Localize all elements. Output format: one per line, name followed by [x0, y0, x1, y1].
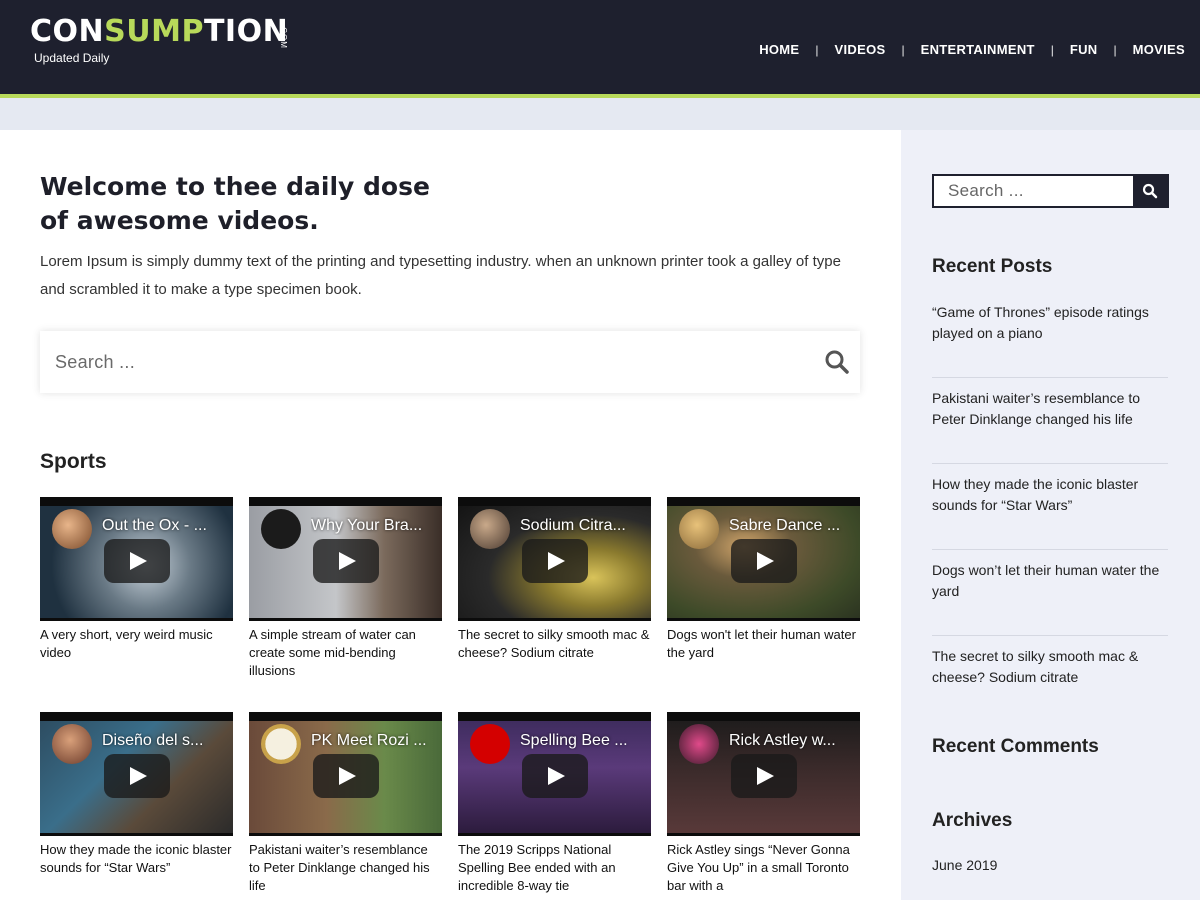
video-caption[interactable]: How they made the iconic blaster sounds … [40, 841, 233, 877]
page-title-line: of awesome videos. [40, 206, 319, 235]
play-icon[interactable] [104, 539, 170, 583]
nav-item-home[interactable]: HOME [759, 42, 799, 57]
play-icon[interactable] [104, 754, 170, 798]
sidebar-search-input[interactable] [934, 176, 1133, 206]
video-thumb-title: Why Your Bra... [311, 517, 423, 534]
recent-post-link[interactable]: How they made the iconic blaster sounds … [932, 464, 1168, 550]
site-logo[interactable]: CONSUMPTION [30, 15, 288, 49]
recent-post-link[interactable]: Dogs won’t let their human water the yar… [932, 550, 1168, 636]
video-thumbnail[interactable]: Rick Astley w... [667, 712, 860, 836]
video-thumb-title: Sodium Citra... [520, 517, 626, 534]
site-header: CONSUMPTION .COM Updated Daily HOME | VI… [0, 0, 1200, 94]
main-search-box [40, 331, 860, 393]
video-thumbnail[interactable]: PK Meet Rozi ... [249, 712, 442, 836]
play-icon[interactable] [731, 754, 797, 798]
logo-text-highlight: SUMP [104, 14, 204, 49]
recent-posts-list: “Game of Thrones” episode ratings played… [932, 292, 1168, 722]
video-card[interactable]: Diseño del s... How they made the iconic… [40, 712, 233, 900]
play-icon[interactable] [522, 754, 588, 798]
main-nav: HOME | VIDEOS | ENTERTAINMENT | FUN | MO… [759, 42, 1185, 57]
channel-avatar [261, 724, 301, 764]
channel-avatar [261, 509, 301, 549]
video-card[interactable]: PK Meet Rozi ... Pakistani waiter’s rese… [249, 712, 442, 900]
video-caption[interactable]: A very short, very weird music video [40, 626, 233, 662]
channel-avatar [52, 724, 92, 764]
video-card[interactable]: Sodium Citra... The secret to silky smoo… [458, 497, 651, 712]
logo-text-suffix: TION [203, 14, 289, 49]
site-tagline: Updated Daily [34, 51, 110, 65]
video-card[interactable]: Spelling Bee ... The 2019 Scripps Nation… [458, 712, 651, 900]
search-icon[interactable] [824, 349, 850, 375]
nav-separator: | [1113, 42, 1117, 57]
page-title-line: Welcome to thee daily dose [40, 172, 430, 201]
nav-separator: | [901, 42, 905, 57]
channel-avatar [470, 724, 510, 764]
play-icon[interactable] [313, 539, 379, 583]
video-grid: Out the Ox - ... A very short, very weir… [40, 497, 860, 900]
section-title-sports: Sports [40, 450, 107, 473]
channel-avatar [679, 724, 719, 764]
recent-post-link[interactable]: “Game of Thrones” episode ratings played… [932, 292, 1168, 378]
search-icon [1142, 183, 1158, 199]
video-thumbnail[interactable]: Out the Ox - ... [40, 497, 233, 621]
play-icon[interactable] [313, 754, 379, 798]
video-thumb-title: Sabre Dance ... [729, 517, 841, 534]
channel-avatar [52, 509, 92, 549]
nav-item-videos[interactable]: VIDEOS [835, 42, 886, 57]
video-card[interactable]: Sabre Dance ... Dogs won't let their hum… [667, 497, 860, 712]
channel-avatar [679, 509, 719, 549]
video-caption[interactable]: The secret to silky smooth mac & cheese?… [458, 626, 651, 662]
sidebar: Recent Posts “Game of Thrones” episode r… [901, 130, 1200, 900]
video-thumb-title: PK Meet Rozi ... [311, 732, 427, 749]
main-search-input[interactable] [40, 331, 810, 393]
video-thumbnail[interactable]: Spelling Bee ... [458, 712, 651, 836]
sidebar-search-button[interactable] [1133, 176, 1167, 206]
nav-item-entertainment[interactable]: ENTERTAINMENT [921, 42, 1035, 57]
video-thumb-title: Diseño del s... [102, 732, 204, 749]
video-caption[interactable]: A simple stream of water can create some… [249, 626, 442, 680]
video-card[interactable]: Rick Astley w... Rick Astley sings “Neve… [667, 712, 860, 900]
nav-item-movies[interactable]: MOVIES [1133, 42, 1185, 57]
channel-avatar [470, 509, 510, 549]
video-thumbnail[interactable]: Diseño del s... [40, 712, 233, 836]
nav-separator: | [815, 42, 819, 57]
page-title: Welcome to thee daily dose of awesome vi… [40, 170, 430, 238]
sidebar-search-box [932, 174, 1169, 208]
video-thumb-title: Spelling Bee ... [520, 732, 628, 749]
recent-post-link[interactable]: The secret to silky smooth mac & cheese?… [932, 636, 1168, 722]
video-thumbnail[interactable]: Sabre Dance ... [667, 497, 860, 621]
play-icon[interactable] [731, 539, 797, 583]
recent-posts-heading: Recent Posts [932, 256, 1053, 277]
video-caption[interactable]: Dogs won't let their human water the yar… [667, 626, 860, 662]
video-caption[interactable]: Pakistani waiter’s resemblance to Peter … [249, 841, 442, 895]
intro-text: Lorem Ipsum is simply dummy text of the … [40, 253, 841, 298]
video-thumb-title: Rick Astley w... [729, 732, 836, 749]
video-card[interactable]: Out the Ox - ... A very short, very weir… [40, 497, 233, 712]
archive-link[interactable]: June 2019 [932, 857, 997, 873]
play-icon[interactable] [522, 539, 588, 583]
logo-text-prefix: CON [30, 14, 105, 49]
video-caption[interactable]: The 2019 Scripps National Spelling Bee e… [458, 841, 651, 895]
nav-separator: | [1050, 42, 1054, 57]
logo-com: .COM [279, 24, 288, 49]
archives-heading: Archives [932, 810, 1013, 831]
recent-post-link[interactable]: Pakistani waiter’s resemblance to Peter … [932, 378, 1168, 464]
video-card[interactable]: Why Your Bra... A simple stream of water… [249, 497, 442, 712]
video-thumb-title: Out the Ox - ... [102, 517, 207, 534]
nav-item-fun[interactable]: FUN [1070, 42, 1098, 57]
recent-comments-heading: Recent Comments [932, 736, 1099, 757]
video-thumbnail[interactable]: Why Your Bra... [249, 497, 442, 621]
header-strip [0, 98, 1200, 130]
video-caption[interactable]: Rick Astley sings “Never Gonna Give You … [667, 841, 860, 895]
video-thumbnail[interactable]: Sodium Citra... [458, 497, 651, 621]
